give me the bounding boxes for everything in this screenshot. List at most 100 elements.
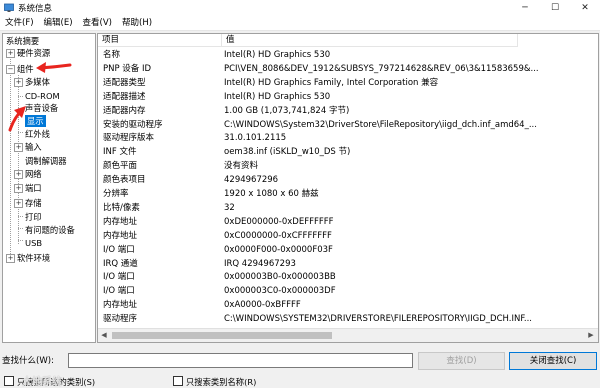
tree-item-network[interactable]: + 网络 [3,168,93,180]
window-title: 系统信息 [18,4,53,14]
tree-item-software-environment[interactable]: + 软件环境 [3,252,93,264]
expand-icon[interactable]: + [6,254,15,263]
tree-item-infrared[interactable]: 红外线 [3,128,93,140]
category-tree[interactable]: 系统摘要 + 硬件资源 − 组件 + 多媒体 CD-ROM 声音设备 显示 红外… [2,33,96,343]
tree-item-ports[interactable]: + 端口 [3,182,93,194]
scroll-right-icon[interactable]: ▶ [585,329,597,342]
cell-item: IRQ 通道 [103,258,138,269]
find-label: 查找什么(W): [2,356,54,366]
scroll-left-icon[interactable]: ◀ [98,329,110,342]
tree-item-multimedia[interactable]: + 多媒体 [3,76,93,88]
cell-value: Intel(R) HD Graphics 530 [224,50,331,60]
table-row[interactable]: I/O 端口 0x0000F000-0x0000F03F [98,244,518,257]
cell-value: 0x000003C0-0x000003DF [224,286,336,297]
cell-item: 名称 [103,50,121,60]
maximize-button[interactable]: ☐ [540,0,570,16]
tree-item-display[interactable]: 显示 [3,115,93,127]
cell-item: 适配器类型 [103,77,146,88]
tree-item-problem-devices[interactable]: 有问题的设备 [3,224,93,236]
cell-value: 0xDE000000-0xDEFFFFFF [224,216,334,227]
table-row[interactable]: IRQ 通道 IRQ 4294967293 [98,258,518,271]
tree-item-printing[interactable]: 打印 [3,211,93,223]
detail-table[interactable]: 项目 值 名称 Intel(R) HD Graphics 530 PNP 设备 ID… [97,33,599,343]
cell-value: 0x000003B0-0x000003BB [224,272,336,283]
cell-value: 1.00 GB (1,073,741,824 字节) [224,105,350,116]
cell-value: C:\WINDOWS\SYSTEM32\DRIVERSTORE\FILEREPO… [224,314,532,325]
minimize-button[interactable]: ─ [510,0,540,16]
close-find-button[interactable]: 关闭查找(C) [509,352,597,370]
table-row[interactable]: 内存地址 0xC0000000-0xCFFFFFFF [98,230,518,243]
cell-value: oem38.inf (iSKLD_w10_DS 节) [224,147,351,158]
expand-icon[interactable]: + [14,184,23,193]
menu-help[interactable]: 帮助(H) [117,16,157,30]
cell-item: 安装的驱动程序 [103,119,163,130]
find-input[interactable] [68,353,413,368]
cell-item: 驱动程序版本 [103,133,155,144]
cell-item: I/O 端口 [103,272,135,283]
table-row[interactable]: INF 文件 oem38.inf (iSKLD_w10_DS 节) [98,146,518,159]
cell-value: 0x0000F000-0x0000F03F [224,244,333,255]
cell-item: 适配器描述 [103,91,146,102]
tree-item-input[interactable]: + 输入 [3,141,93,153]
cell-item: INF 文件 [103,147,137,158]
table-row[interactable]: 安装的驱动程序 C:\WINDOWS\System32\DriverStore\F… [98,119,537,132]
table-row[interactable]: 适配器类型 Intel(R) HD Graphics Family, Intel … [98,77,518,90]
table-row[interactable]: 内存地址 0xA0000-0xBFFFF [98,299,518,312]
cell-item: 适配器内存 [103,105,146,116]
column-header-item[interactable]: 项目 [98,34,222,47]
column-header-value[interactable]: 值 [222,34,518,47]
table-row[interactable]: 内存地址 0xDE000000-0xDEFFFFFF [98,216,518,229]
cell-value: 没有资料 [224,161,259,172]
find-button[interactable]: 查找(D) [418,352,505,370]
option-search-category-names[interactable]: 只搜索类别名称(R) [173,376,256,387]
cell-value: C:\WINDOWS\System32\DriverStore\FileRepo… [224,119,537,130]
menu-view[interactable]: 查看(V) [78,16,117,30]
table-row[interactable]: 比特/像素 32 [98,202,518,215]
main-area: 系统摘要 + 硬件资源 − 组件 + 多媒体 CD-ROM 声音设备 显示 红外… [2,33,599,343]
checkbox-icon[interactable] [4,376,14,386]
table-row[interactable]: 颜色表项目 4294967296 [98,174,518,187]
cell-item: 分辨率 [103,189,129,199]
scrollbar-thumb[interactable] [112,332,332,339]
tree-item-cdrom[interactable]: CD-ROM [3,90,93,102]
expand-icon[interactable]: + [14,199,23,208]
cell-item: 内存地址 [103,300,138,311]
menu-bar: 文件(F) 编辑(E) 查看(V) 帮助(H) [0,16,600,31]
tree-item-modem[interactable]: 调制解调器 [3,155,93,167]
watermark: 大地系统 [22,377,62,388]
tree-item-hardware[interactable]: + 硬件资源 [3,47,93,59]
cell-item: 颜色平面 [103,161,138,172]
tree-item-sound[interactable]: 声音设备 [3,102,93,114]
menu-edit[interactable]: 编辑(E) [39,16,78,30]
table-row[interactable]: 适配器内存 1.00 GB (1,073,741,824 字节) [98,105,518,118]
cell-item: 驱动程序 [103,314,138,325]
table-row[interactable]: 适配器描述 Intel(R) HD Graphics 530 [98,91,518,104]
table-row[interactable]: 名称 Intel(R) HD Graphics 530 [98,49,518,62]
menu-file[interactable]: 文件(F) [0,16,39,30]
tree-item-storage[interactable]: + 存储 [3,197,93,209]
table-row[interactable]: I/O 端口 0x000003C0-0x000003DF [98,285,518,298]
table-row[interactable]: 分辨率 1920 x 1080 x 60 赫兹 [98,188,518,201]
checkbox-icon[interactable] [173,376,183,386]
cell-item: 比特/像素 [103,202,140,213]
cell-value: Intel(R) HD Graphics Family, Intel Corpo… [224,77,439,88]
expand-icon[interactable]: + [14,170,23,179]
table-row[interactable]: PNP 设备 ID PCI\VEN_8086&DEV_1912&SUBSYS_79… [98,63,539,76]
cell-item: 颜色表项目 [103,175,146,186]
cell-value: 1920 x 1080 x 60 赫兹 [224,189,319,199]
close-button[interactable]: ✕ [570,0,600,16]
expand-icon[interactable]: + [14,143,23,152]
table-row[interactable]: I/O 端口 0x000003B0-0x000003BB [98,271,518,284]
table-row[interactable]: 驱动程序版本 31.0.101.2115 [98,132,518,145]
cell-value: 4294967296 [224,175,279,186]
expand-icon[interactable]: + [14,78,23,87]
horizontal-scrollbar[interactable]: ◀ ▶ [98,328,598,342]
find-bar: 查找什么(W): 查找(D) 关闭查找(C) 只搜索所选的类别(S) 只搜索类别… [0,345,600,388]
tree-item-usb[interactable]: USB [3,237,93,249]
tree-item-components[interactable]: − 组件 [3,63,93,75]
table-row[interactable]: 驱动程序 C:\WINDOWS\SYSTEM32\DRIVERSTORE\FILE… [98,313,532,326]
expand-icon[interactable]: + [6,49,15,58]
collapse-icon[interactable]: − [6,65,15,74]
cell-item: 内存地址 [103,230,138,241]
table-row[interactable]: 颜色平面 没有资料 [98,160,518,173]
